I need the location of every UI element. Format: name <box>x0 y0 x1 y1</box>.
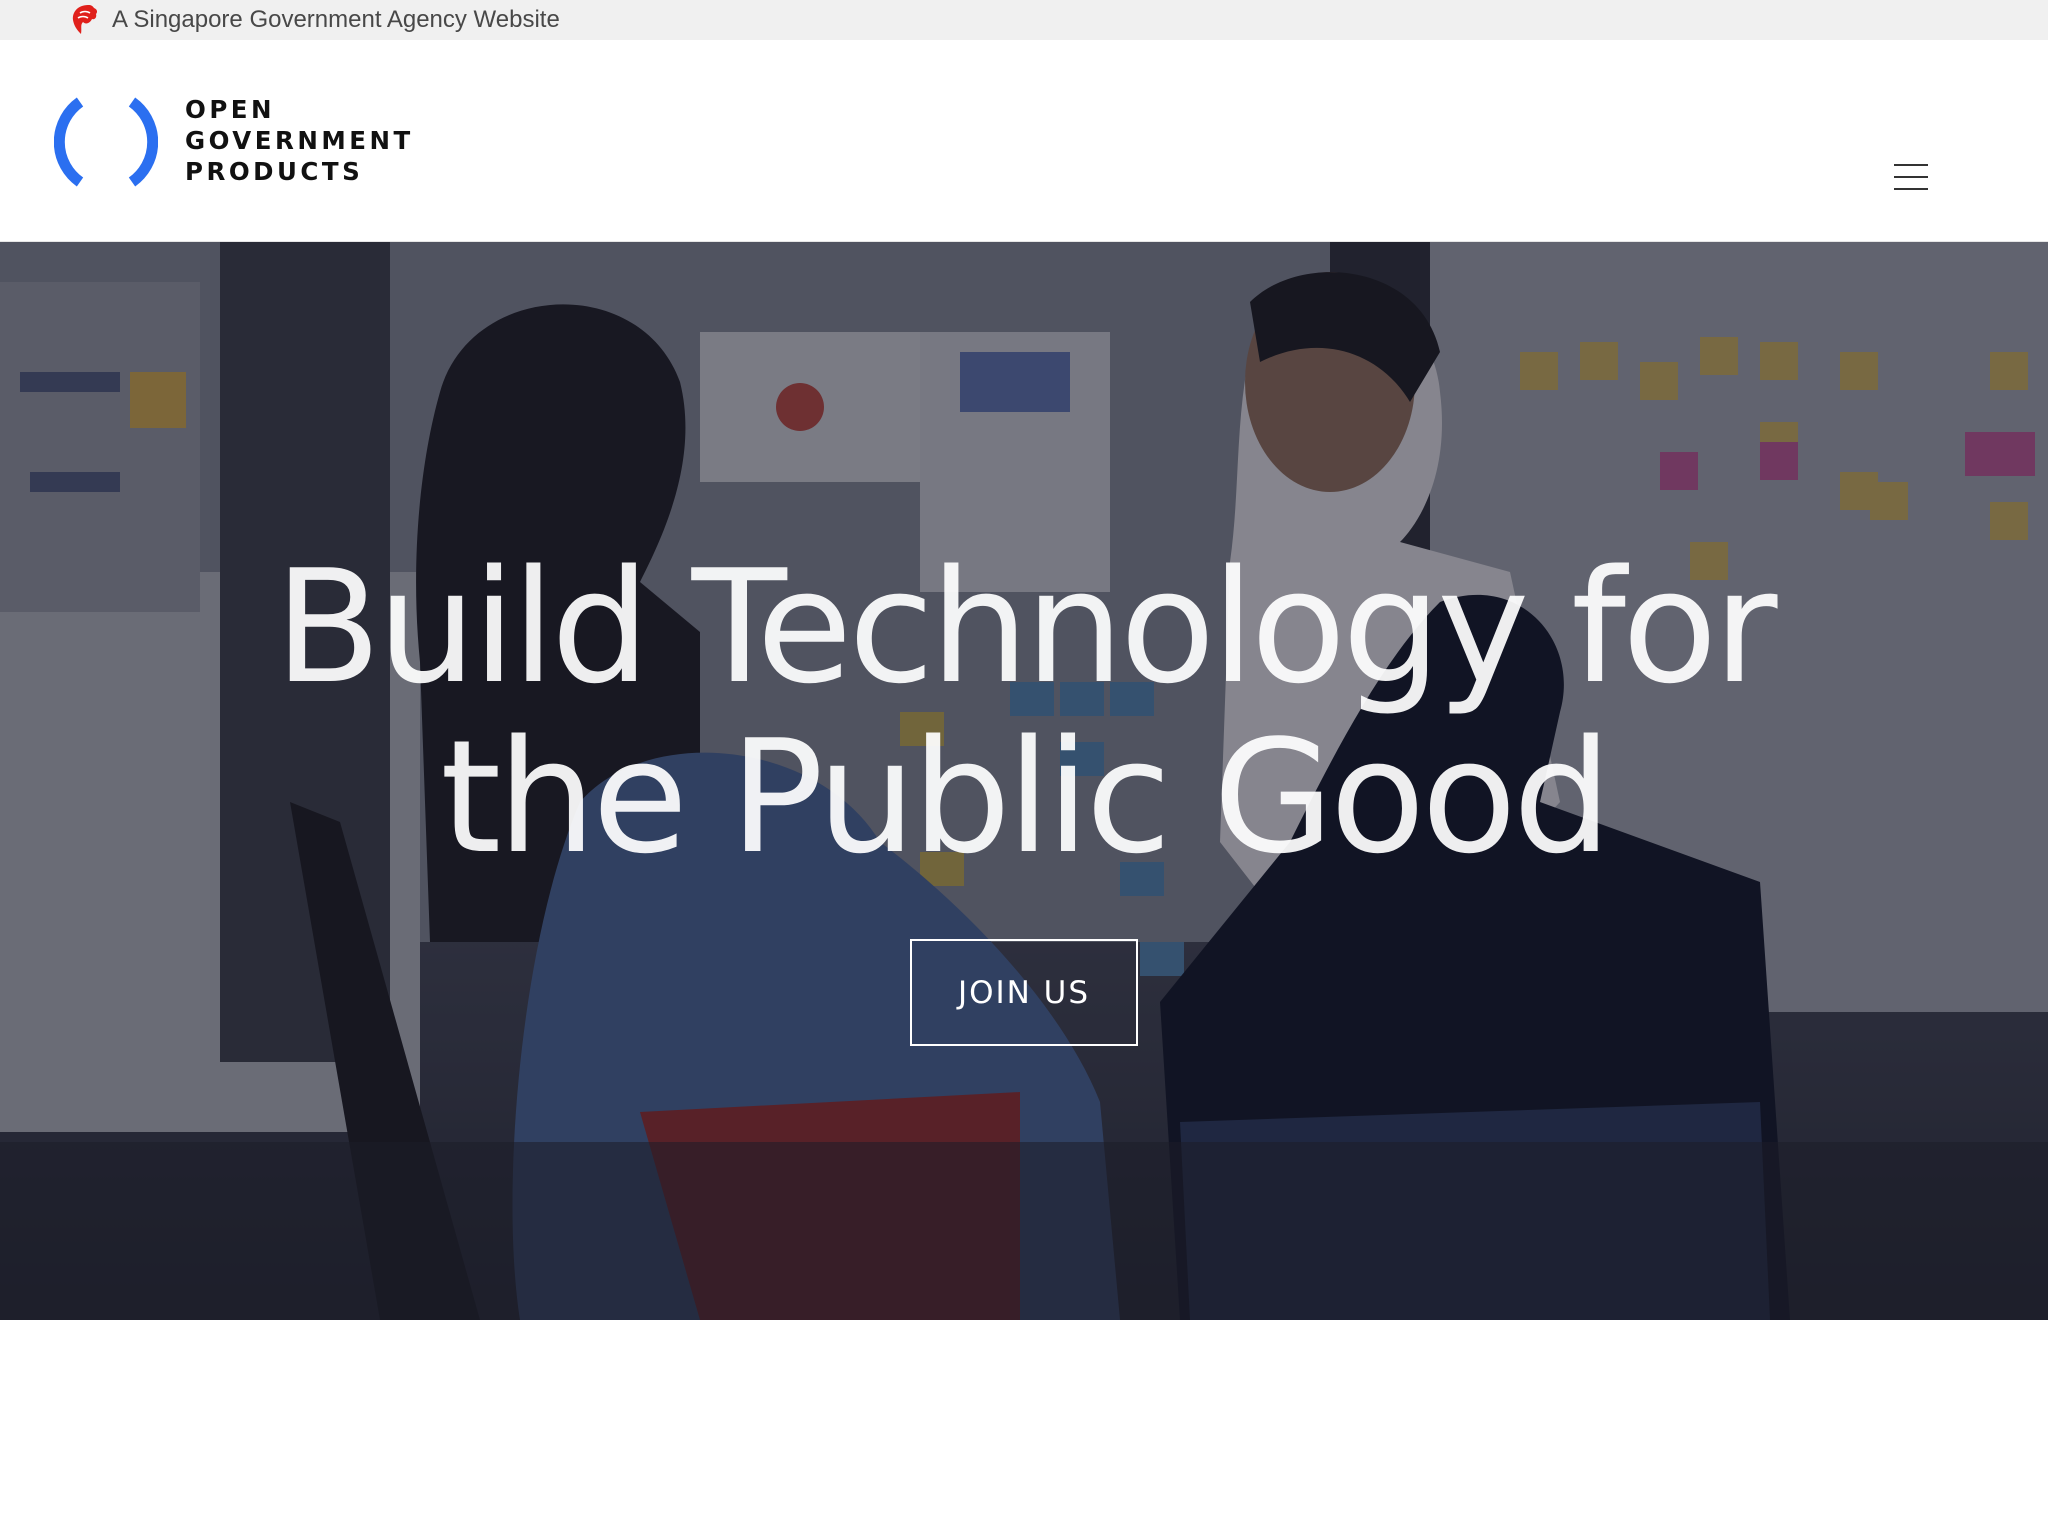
logo-line-products: PRODUCTS <box>185 157 364 186</box>
logo-line-open: OPEN <box>185 95 276 124</box>
hero-title-line-1: Build Technology for <box>274 536 1777 718</box>
hero-title-line-2: the Public Good <box>440 706 1612 888</box>
site-header: OPEN GOVERNMENT PRODUCTS <box>0 40 2048 242</box>
hero-section: Build Technology for the Public Good JOI… <box>0 242 2048 1320</box>
hero-title: Build Technology for the Public Good <box>0 542 2048 882</box>
hamburger-menu-icon[interactable] <box>1894 164 1936 194</box>
lion-head-icon <box>72 5 98 34</box>
ogp-logo-mark[interactable] <box>54 95 158 189</box>
logo-line-government: GOVERNMENT <box>185 126 414 155</box>
government-masthead: A Singapore Government Agency Website <box>0 0 2048 40</box>
ogp-logo-text[interactable]: OPEN GOVERNMENT PRODUCTS <box>185 94 414 187</box>
page-body-blank <box>0 1320 2048 1520</box>
join-us-button[interactable]: JOIN US <box>910 939 1138 1046</box>
masthead-text: A Singapore Government Agency Website <box>112 6 560 33</box>
